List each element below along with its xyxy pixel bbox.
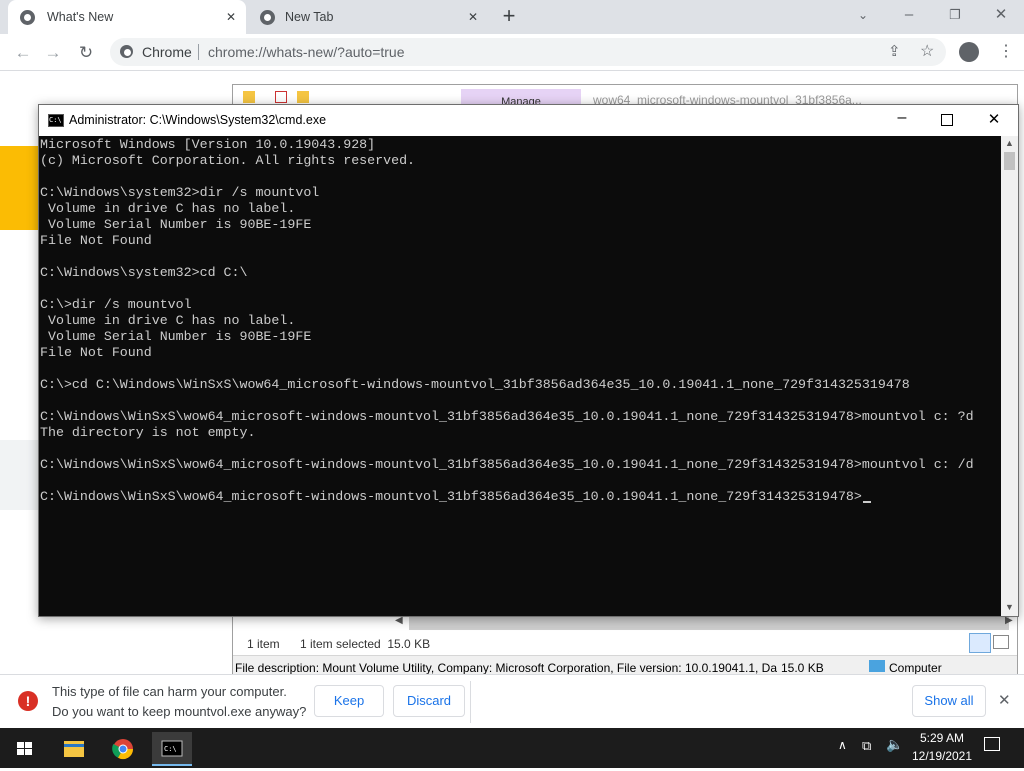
- console-line: Volume Serial Number is 90BE-19FE: [40, 329, 312, 344]
- large-icons-view-icon[interactable]: [993, 635, 1009, 649]
- warning-line-2: Do you want to keep mountvol.exe anyway?: [52, 704, 307, 719]
- close-icon[interactable]: ✕: [468, 10, 478, 24]
- taskbar-date[interactable]: 12/19/2021: [906, 749, 978, 763]
- location-label: Computer: [889, 661, 942, 675]
- console-line: C:\Windows\WinSxS\wow64_microsoft-window…: [40, 409, 974, 424]
- new-tab-button[interactable]: +: [498, 4, 520, 28]
- site-label: Chrome: [142, 44, 192, 60]
- cursor: [863, 501, 871, 503]
- chrome-icon: [120, 45, 133, 58]
- restore-icon[interactable]: ❐: [932, 0, 978, 30]
- chrome-icon: [260, 9, 275, 25]
- discard-button[interactable]: Discard: [393, 685, 465, 717]
- explorer-titlebar: Manage wow64_microsoft-windows-mountvol_…: [233, 85, 1017, 107]
- cmd-icon: C:\: [48, 114, 64, 127]
- cmd-icon: C:\: [161, 740, 183, 757]
- cmd-title: Administrator: C:\Windows\System32\cmd.e…: [69, 113, 327, 127]
- windows-logo-icon: [17, 742, 32, 755]
- scroll-down-icon[interactable]: ▼: [1005, 602, 1014, 612]
- forward-icon[interactable]: →: [42, 42, 64, 64]
- maximize-icon[interactable]: [941, 114, 953, 126]
- console-output[interactable]: Microsoft Windows [Version 10.0.19043.92…: [39, 136, 1001, 616]
- back-icon[interactable]: ←: [12, 42, 34, 64]
- scroll-thumb[interactable]: [1004, 152, 1015, 170]
- action-center-icon[interactable]: [984, 737, 1000, 751]
- warning-line-1: This type of file can harm your computer…: [52, 684, 287, 699]
- status-item-count: 1 item: [247, 637, 280, 651]
- console-line: Microsoft Windows [Version 10.0.19043.92…: [40, 137, 376, 152]
- taskbar-time[interactable]: 5:29 AM: [914, 731, 970, 745]
- console-line: Volume in drive C has no label.: [40, 313, 296, 328]
- console-line: C:\Windows\system32>dir /s mountvol: [40, 185, 320, 200]
- horizontal-scrollbar[interactable]: [409, 616, 1009, 630]
- reload-icon[interactable]: ↻: [75, 42, 97, 64]
- close-window-icon[interactable]: ✕: [978, 0, 1024, 30]
- tab-label: What's New: [47, 10, 114, 24]
- new-folder-icon: [297, 91, 309, 103]
- console-line: File Not Found: [40, 345, 152, 360]
- tab-label: New Tab: [285, 10, 334, 24]
- properties-icon: [275, 91, 287, 103]
- file-description: File description: Mount Volume Utility, …: [235, 661, 777, 675]
- ribbon-tab-manage[interactable]: Manage: [461, 89, 581, 105]
- minimize-icon[interactable]: –: [886, 0, 932, 30]
- chrome-icon: [112, 739, 134, 760]
- console-line: Volume in drive C has no label.: [40, 201, 296, 216]
- status-selected: 1 item selected 15.0 KB: [300, 637, 431, 651]
- console-line: Volume Serial Number is 90BE-19FE: [40, 217, 312, 232]
- file-size: 15.0 KB: [781, 661, 824, 675]
- console-line: File Not Found: [40, 233, 152, 248]
- console-line: C:\>cd C:\Windows\WinSxS\wow64_microsoft…: [40, 377, 910, 392]
- computer-icon: [869, 660, 885, 672]
- share-icon[interactable]: ⇪: [888, 42, 901, 60]
- chrome-taskbar-icon[interactable]: [103, 732, 143, 766]
- page-gray-block: [0, 440, 38, 510]
- start-button[interactable]: [4, 732, 44, 766]
- chrome-icon: [20, 9, 35, 25]
- close-icon[interactable]: ✕: [985, 110, 1003, 128]
- cmd-window: C:\ Administrator: C:\Windows\System32\c…: [38, 104, 1019, 617]
- show-all-button[interactable]: Show all: [912, 685, 986, 717]
- browser-tab-strip: What's New ✕ New Tab ✕ + ⌄ – ❐ ✕: [0, 0, 1024, 34]
- folder-icon: [243, 91, 255, 103]
- scroll-up-icon[interactable]: ▲: [1005, 138, 1014, 148]
- tray-device-icon[interactable]: ⧉: [862, 738, 871, 754]
- menu-icon[interactable]: ⋮: [998, 41, 1014, 61]
- console-line: The directory is not empty.: [40, 425, 256, 440]
- close-icon[interactable]: ✕: [226, 10, 236, 24]
- console-line: C:\>dir /s mountvol: [40, 297, 192, 312]
- minimize-icon[interactable]: –: [891, 109, 913, 127]
- folder-icon: [64, 741, 84, 757]
- console-line: C:\Windows\WinSxS\wow64_microsoft-window…: [40, 457, 974, 472]
- page-yellow-graphic: [0, 146, 38, 230]
- file-explorer-taskbar-icon[interactable]: [54, 732, 94, 766]
- details-view-icon[interactable]: [969, 633, 991, 653]
- close-icon[interactable]: ✕: [998, 691, 1011, 709]
- tray-volume-icon[interactable]: 🔈: [886, 736, 903, 753]
- url-text: chrome://whats-new/?auto=true: [208, 44, 405, 60]
- download-divider: [470, 681, 471, 723]
- bookmark-star-icon[interactable]: ☆: [920, 41, 934, 61]
- tab-whats-new[interactable]: What's New ✕: [8, 0, 246, 34]
- tray-chevron-icon[interactable]: ∧: [838, 738, 847, 752]
- address-bar[interactable]: Chrome chrome://whats-new/?auto=true ⇪ ☆: [110, 38, 946, 66]
- warning-icon: !: [18, 691, 38, 711]
- tab-search-icon[interactable]: ⌄: [840, 0, 886, 30]
- svg-text:C:\: C:\: [164, 745, 177, 753]
- cmd-titlebar[interactable]: C:\ Administrator: C:\Windows\System32\c…: [39, 105, 1018, 136]
- console-line: C:\Windows\system32>cd C:\: [40, 265, 248, 280]
- vertical-scrollbar[interactable]: ▲ ▼: [1001, 136, 1018, 616]
- keep-button[interactable]: Keep: [314, 685, 384, 717]
- download-bar: ! This type of file can harm your comput…: [0, 674, 1024, 729]
- cmd-taskbar-icon[interactable]: C:\: [152, 732, 192, 766]
- console-line: C:\Windows\WinSxS\wow64_microsoft-window…: [40, 489, 862, 504]
- tab-new-tab[interactable]: New Tab ✕: [250, 0, 488, 34]
- omnibox-divider: [198, 44, 199, 60]
- profile-avatar-icon[interactable]: [959, 42, 979, 62]
- console-line: (c) Microsoft Corporation. All rights re…: [40, 153, 416, 168]
